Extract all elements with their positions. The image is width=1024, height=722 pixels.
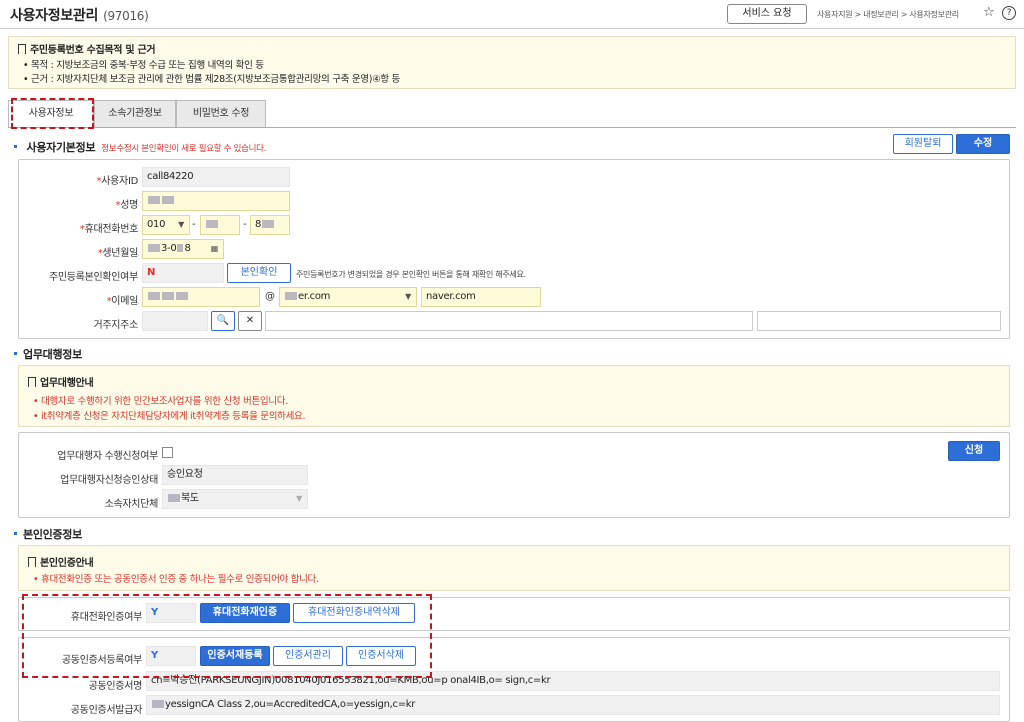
basic-info-title: 사용자기본정보 정보수정시 본인확인이 새로 필요할 수 있습니다. bbox=[14, 139, 267, 155]
masked-text bbox=[262, 220, 275, 228]
basic-info-title-text: 사용자기본정보 bbox=[26, 141, 96, 154]
masked-text bbox=[162, 292, 174, 300]
identity-notice-title: 본인인증안내 bbox=[28, 554, 94, 569]
masked-text bbox=[148, 292, 160, 300]
edit-button[interactable]: 수정 bbox=[956, 134, 1010, 154]
cert-owner-label: 공동인증서명 bbox=[88, 681, 143, 692]
agency-notice-line: • it취약계층 신청은 자치단체담당자에게 it취약계층 등록을 문의하세요. bbox=[33, 411, 306, 422]
name-field[interactable] bbox=[142, 191, 290, 211]
rrn-verified-label: 주민등록본인확인여부 bbox=[48, 272, 138, 283]
purpose-line: • 목적 : 지방보조금의 중복·부정 수급 또는 집행 내역의 확인 등 bbox=[23, 60, 264, 71]
masked-text bbox=[148, 196, 160, 204]
agency-status-field: 승인요청 bbox=[162, 465, 308, 485]
chevron-down-icon: ▼ bbox=[296, 494, 302, 503]
email-domain-select[interactable]: er.com ▼ bbox=[279, 287, 417, 307]
page-title-text: 사용자정보관리 bbox=[10, 8, 99, 24]
masked-text bbox=[148, 244, 160, 252]
address-label: 거주지주소 bbox=[93, 320, 138, 331]
masked-text bbox=[177, 244, 184, 252]
user-id-field: call84220 bbox=[142, 167, 290, 187]
clear-icon[interactable]: ✕ bbox=[238, 311, 262, 331]
email-label: 이메일 bbox=[30, 292, 138, 307]
withdraw-button[interactable]: 회원탈퇴 bbox=[893, 134, 953, 154]
birth-value: 3-0 bbox=[161, 243, 177, 254]
zipcode-field bbox=[142, 311, 208, 331]
calendar-icon[interactable]: ▦ bbox=[211, 240, 219, 258]
page-code: (97016) bbox=[103, 9, 149, 23]
phone-prefix-select[interactable]: 010 ▼ bbox=[142, 215, 190, 235]
bookmark-icon bbox=[28, 557, 36, 567]
phone-prefix-value: 010 bbox=[147, 219, 166, 230]
tab-org-info[interactable]: 소속기관정보 bbox=[94, 100, 176, 127]
masked-text bbox=[168, 494, 180, 502]
masked-text bbox=[176, 292, 188, 300]
email-id-field[interactable] bbox=[142, 287, 260, 307]
cert-issuer-field: yessignCA Class 2,ou=AccreditedCA,o=yess… bbox=[146, 695, 1000, 715]
agency-notice-title: 업무대행안내 bbox=[28, 374, 94, 389]
phone-dash: - bbox=[243, 219, 247, 230]
cert-issuer-value: yessignCA Class 2,ou=AccreditedCA,o=yess… bbox=[165, 699, 416, 710]
address-main-field[interactable] bbox=[265, 311, 753, 331]
verify-note: 주민등록번호가 변경되었을 경우 본인확인 버튼을 통해 재확인 해주세요. bbox=[296, 270, 526, 279]
email-domain-input[interactable]: naver.com bbox=[421, 287, 541, 307]
phone-dash: - bbox=[192, 219, 196, 230]
basis-line: • 근거 : 지방자치단체 보조금 관리에 관한 법률 제28조(지방보조금통합… bbox=[23, 74, 400, 85]
verify-identity-button[interactable]: 본인확인 bbox=[227, 263, 291, 283]
birth-tail-value: 8 bbox=[184, 243, 191, 254]
phone-middle-field[interactable] bbox=[200, 215, 240, 235]
purpose-notice-title: 주민등록번호 수집목적 및 근거 bbox=[18, 41, 156, 56]
masked-text bbox=[152, 700, 164, 708]
masked-text bbox=[162, 196, 174, 204]
identity-notice-title-text: 본인인증안내 bbox=[40, 558, 94, 569]
help-icon[interactable]: ? bbox=[1002, 6, 1016, 20]
cert-issuer-label: 공동인증서발급자 bbox=[70, 705, 143, 716]
email-domain-value: er.com bbox=[298, 291, 331, 302]
breadcrumb: 사용자지원 > 내정보관리 > 사용자정보관리 bbox=[817, 10, 959, 19]
star-icon[interactable]: ☆ bbox=[983, 5, 995, 20]
identity-notice-line: • 휴대전화인증 또는 공동인증서 인증 중 하나는 필수로 인증되어야 합니다… bbox=[33, 574, 319, 585]
phone-last-field[interactable]: 8 bbox=[250, 215, 290, 235]
apply-button[interactable]: 신청 bbox=[948, 441, 1000, 461]
name-label: 성명 bbox=[30, 196, 138, 211]
agency-notice-line: • 대행자로 수행하기 위한 민간보조사업자를 위한 신청 버튼입니다. bbox=[33, 396, 288, 407]
masked-text bbox=[206, 220, 218, 228]
identity-notice: 본인인증안내 • 휴대전화인증 또는 공동인증서 인증 중 하나는 필수로 인증… bbox=[18, 545, 1010, 591]
phone-label: 휴대전화번호 bbox=[30, 220, 139, 235]
agency-status-label: 업무대행자신청승인상태 bbox=[60, 475, 158, 486]
local-gov-select: 북도 ▼ bbox=[162, 489, 308, 509]
bookmark-icon bbox=[28, 377, 36, 387]
agency-apply-checkbox[interactable] bbox=[162, 447, 173, 458]
bookmark-icon bbox=[18, 44, 26, 54]
header-divider bbox=[0, 28, 1024, 29]
birth-field[interactable]: 3-0 8 ▦ bbox=[142, 239, 224, 259]
chevron-down-icon: ▼ bbox=[405, 292, 411, 301]
agency-title: 업무대행정보 bbox=[14, 346, 82, 362]
address-detail-field[interactable] bbox=[757, 311, 1001, 331]
search-icon[interactable]: 🔍 bbox=[211, 311, 235, 331]
purpose-notice-title-text: 주민등록번호 수집목적 및 근거 bbox=[30, 45, 156, 56]
agency-apply-label: 업무대행자 수행신청여부 bbox=[57, 451, 158, 462]
highlight-tab-box bbox=[11, 98, 94, 129]
basic-info-note: 정보수정시 본인확인이 새로 필요할 수 있습니다. bbox=[101, 144, 267, 154]
agency-notice: 업무대행안내 • 대행자로 수행하기 위한 민간보조사업자를 위한 신청 버튼입… bbox=[18, 365, 1010, 427]
identity-title: 본인인증정보 bbox=[14, 526, 82, 542]
tab-password[interactable]: 비밀번호 수정 bbox=[176, 100, 266, 127]
local-gov-value: 북도 bbox=[181, 493, 199, 504]
service-request-button[interactable]: 서비스 요청 bbox=[727, 4, 807, 24]
user-id-label: 사용자ID bbox=[30, 172, 138, 187]
birth-label: 생년월일 bbox=[30, 244, 138, 259]
highlight-auth-box bbox=[22, 594, 432, 678]
local-gov-label: 소속자치단체 bbox=[104, 499, 159, 510]
email-at: @ bbox=[265, 291, 275, 302]
agency-notice-title-text: 업무대행안내 bbox=[40, 378, 94, 389]
masked-text bbox=[285, 292, 297, 300]
page-title: 사용자정보관리 (97016) bbox=[10, 5, 149, 25]
chevron-down-icon: ▼ bbox=[178, 220, 184, 229]
purpose-notice: 주민등록번호 수집목적 및 근거 • 목적 : 지방보조금의 중복·부정 수급 … bbox=[8, 36, 1016, 89]
rrn-verified-field: N bbox=[142, 263, 224, 283]
tab-underline bbox=[8, 127, 1016, 128]
